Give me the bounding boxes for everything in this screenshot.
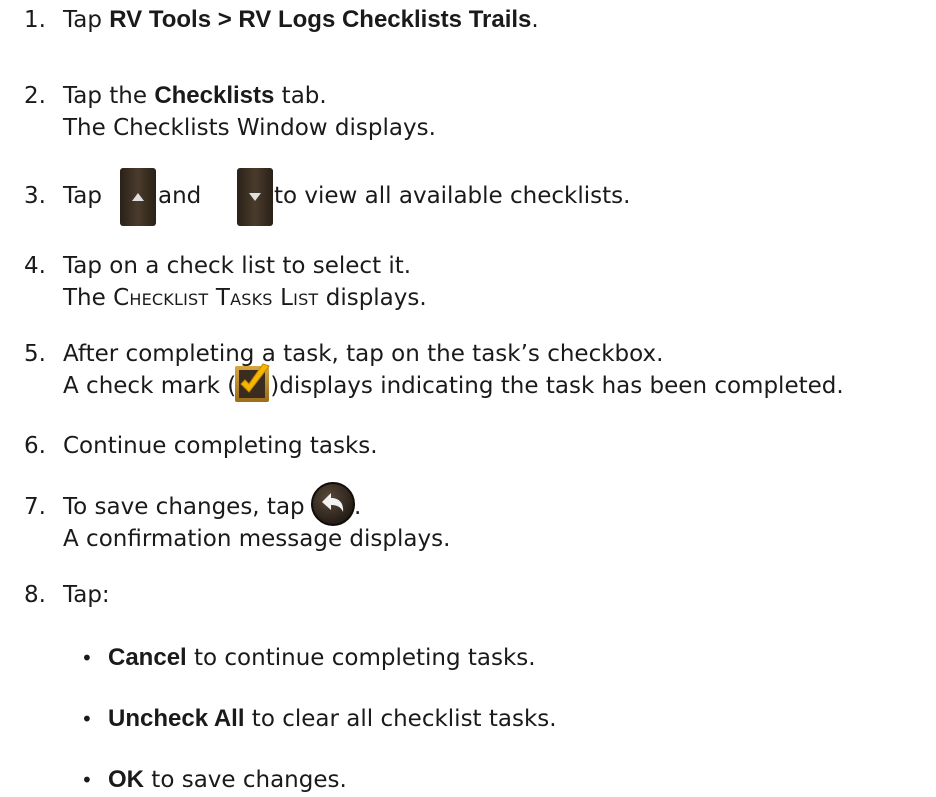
step-text: Tap: — [63, 582, 110, 608]
checkmark-checkbox-icon — [235, 362, 271, 402]
step-text-rest: to view all available checklists. — [274, 183, 631, 209]
step-text: To save changes, tap . — [63, 481, 361, 526]
bullet-text: Cancel to continue completing tasks. — [108, 644, 536, 671]
step-7-result: A confirmation message displays. — [63, 526, 451, 552]
step-number: 4. — [24, 253, 46, 279]
step-text: Tap the Checklists tab. — [63, 82, 327, 109]
step-5-result: A check mark ( )displays indicating the … — [63, 362, 844, 402]
step-number: 8. — [24, 582, 46, 608]
scroll-up-arrow-icon — [120, 168, 156, 234]
step-text: Continue completing tasks. — [63, 433, 378, 459]
step-text: Tap — [63, 183, 102, 209]
step-number: 5. — [24, 341, 46, 367]
step-number: 2. — [24, 83, 46, 109]
bullet-icon: • — [81, 768, 93, 792]
step-text-and: and — [158, 183, 202, 209]
step-text: Tap RV Tools > RV Logs Checklists Trails… — [63, 6, 539, 33]
scroll-down-arrow-icon — [237, 168, 273, 234]
step-4-result: The Checklist Tasks List displays. — [63, 285, 427, 311]
step-number: 3. — [24, 183, 46, 209]
step-number: 6. — [24, 433, 46, 459]
step-2-result: The Checklists Window displays. — [63, 115, 436, 141]
step-text: After completing a task, tap on the task… — [63, 341, 664, 367]
bullet-icon: • — [81, 646, 93, 670]
back-arrow-icon — [310, 481, 355, 526]
step-text: Tap on a check list to select it. — [63, 253, 412, 279]
step-number: 1. — [24, 7, 46, 33]
bullet-text: OK to save changes. — [108, 766, 347, 793]
step-number: 7. — [24, 494, 46, 520]
bullet-icon: • — [81, 707, 93, 731]
bullet-text: Uncheck All to clear all checklist tasks… — [108, 705, 557, 732]
